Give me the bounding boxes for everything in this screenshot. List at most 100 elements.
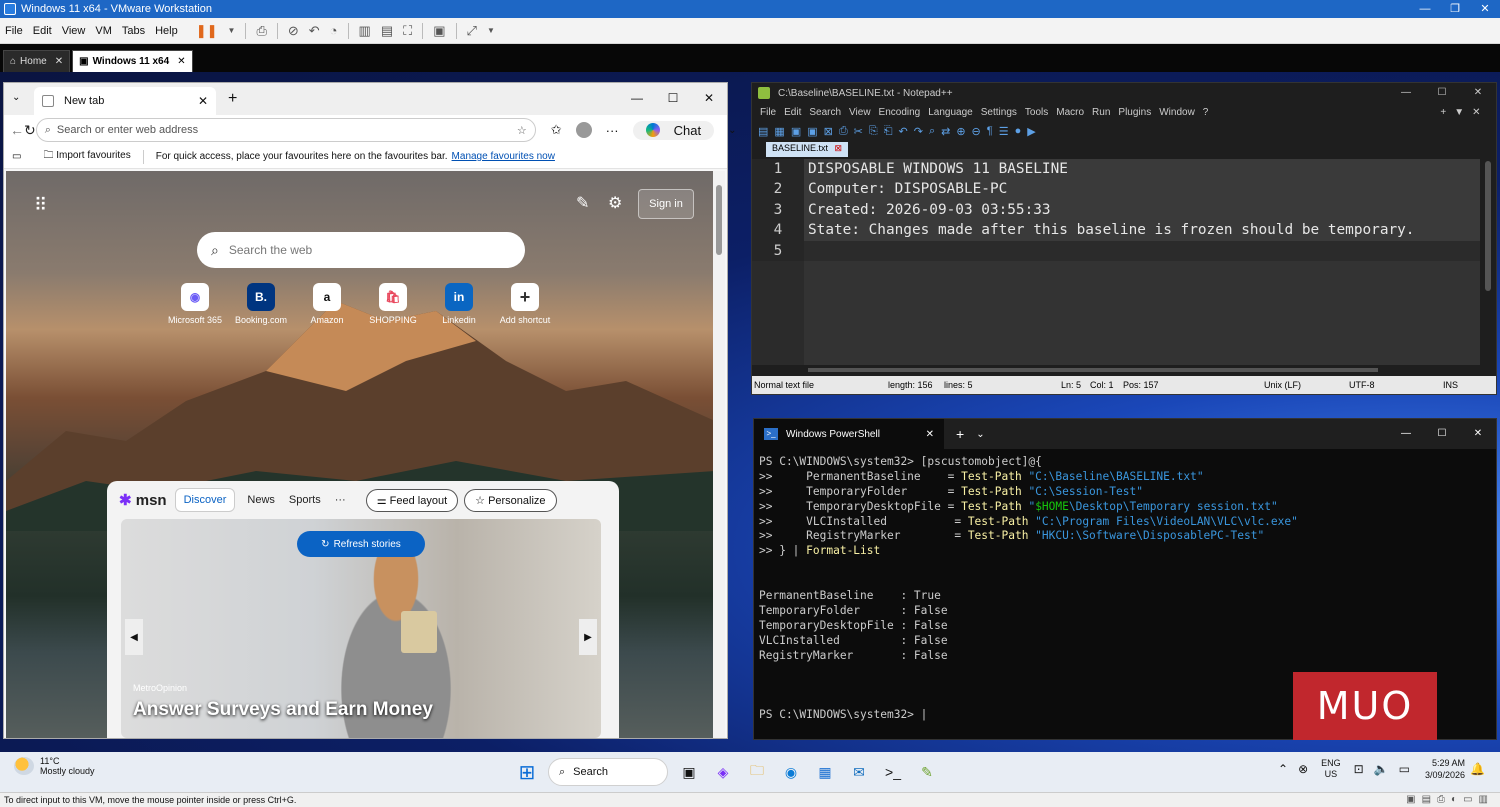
more-icon[interactable]: ··· xyxy=(606,123,619,138)
maximize-button[interactable]: ☐ xyxy=(1424,83,1460,103)
tab-baseline-txt[interactable]: BASELINE.txt ⊠ xyxy=(766,142,849,157)
scrollbar-thumb[interactable] xyxy=(808,368,1378,372)
menu-file[interactable]: File xyxy=(0,25,28,37)
feed-layout-button[interactable]: ⚌ Feed layout xyxy=(365,488,459,512)
tab-news[interactable]: News xyxy=(247,494,275,506)
menu-tools[interactable]: Tools xyxy=(1025,107,1048,118)
favorite-star-icon[interactable]: ☆ xyxy=(517,124,527,137)
notepadpp-taskbar-icon[interactable]: ✎ xyxy=(912,757,942,787)
save-all-icon[interactable]: ▣ xyxy=(807,125,823,138)
minimize-button[interactable]: — xyxy=(1410,0,1440,18)
battery-icon[interactable]: ▭ xyxy=(1399,762,1410,776)
close-icon[interactable]: ⊠ xyxy=(835,143,843,153)
menu-view[interactable]: View xyxy=(849,107,871,118)
outlook-icon[interactable]: ✉ xyxy=(844,757,874,787)
chevron-up-icon[interactable]: ⌃ xyxy=(1278,762,1288,776)
menu-macro[interactable]: Macro xyxy=(1056,107,1084,118)
more-tabs-button[interactable]: ··· xyxy=(335,494,346,506)
web-search-input[interactable]: ⌕ Search the web xyxy=(197,232,525,268)
tab-home[interactable]: ⌂ Home ✕ xyxy=(3,50,71,72)
menu-edit[interactable]: Edit xyxy=(784,107,801,118)
clock[interactable]: 5:29 AM 3/09/2026 xyxy=(1425,757,1465,781)
collections-icon[interactable]: ▭ xyxy=(12,151,21,162)
undo-icon[interactable]: ↶ xyxy=(899,125,914,138)
minimize-button[interactable]: — xyxy=(1388,83,1424,103)
menu-vm[interactable]: VM xyxy=(90,25,117,37)
taskbar-search[interactable]: ⌕ Search xyxy=(548,758,668,786)
dropdown-icon[interactable]: ▼ xyxy=(228,26,236,35)
stretch-icon[interactable]: ⤢ xyxy=(467,23,477,39)
find-icon[interactable]: ⌕ xyxy=(929,125,941,138)
profile-avatar[interactable] xyxy=(575,122,592,138)
close-icon[interactable]: ✕ xyxy=(198,94,208,108)
new-tab-button[interactable]: + xyxy=(228,90,237,108)
vertical-scrollbar[interactable] xyxy=(1480,159,1496,365)
close-button[interactable]: ✕ xyxy=(691,83,727,113)
menu-encoding[interactable]: Encoding xyxy=(879,107,921,118)
redo-icon[interactable]: ↷ xyxy=(914,125,929,138)
apps-grid-icon[interactable]: ⠿ xyxy=(34,195,47,216)
close-button[interactable]: ✕ xyxy=(1460,419,1496,449)
chevron-down-icon[interactable]: ⌄ xyxy=(728,125,736,136)
start-button[interactable]: ⊞ xyxy=(512,757,542,787)
dropdown-icon[interactable]: ▼ xyxy=(487,26,495,35)
edge-tab-new-tab[interactable]: New tab ✕ xyxy=(34,87,216,115)
open-file-icon[interactable]: ▦ xyxy=(774,125,790,138)
print-icon[interactable]: ⎙ xyxy=(839,125,854,138)
tab-windows-11-x64[interactable]: ▣ Windows 11 x64 ✕ xyxy=(72,50,193,72)
sign-in-button[interactable]: Sign in xyxy=(638,189,694,219)
minimize-button[interactable]: — xyxy=(619,83,655,113)
new-tab-button[interactable]: + xyxy=(956,426,964,442)
shortcut-linkedin[interactable]: in Linkedin xyxy=(426,283,492,325)
paste-icon[interactable]: ⎗ xyxy=(884,125,899,138)
favorites-icon[interactable]: ✩ xyxy=(551,122,562,138)
msn-logo[interactable]: ✱ msn xyxy=(119,491,167,509)
save-icon[interactable]: ▣ xyxy=(791,125,807,138)
language-indicator[interactable]: ENG US xyxy=(1321,758,1341,780)
task-view-icon[interactable]: ▣ xyxy=(674,757,704,787)
file-explorer-icon[interactable]: 🗀 xyxy=(742,757,772,787)
close-icon[interactable]: ✕ xyxy=(1472,107,1480,118)
refresh-icon[interactable]: ↻ xyxy=(24,122,36,139)
revert-snapshot-icon[interactable]: ↶ xyxy=(309,23,320,39)
refresh-stories-button[interactable]: ↻ Refresh stories xyxy=(297,531,425,557)
device-icons[interactable]: ▣▤⎙◐▭▥ xyxy=(1406,794,1494,805)
zoom-out-icon[interactable]: ⊖ xyxy=(972,125,987,138)
copilot-chat-button[interactable]: Chat xyxy=(632,120,715,140)
maximize-button[interactable]: ❐ xyxy=(1440,0,1470,18)
snapshot-icon[interactable]: ⊘ xyxy=(288,23,299,39)
zoom-in-icon[interactable]: ⊕ xyxy=(956,125,971,138)
close-file-icon[interactable]: ⊠ xyxy=(824,125,839,138)
close-icon[interactable]: ✕ xyxy=(926,429,934,440)
menu-window[interactable]: Window xyxy=(1159,107,1195,118)
fullscreen-icon[interactable]: ⛶ xyxy=(403,23,412,39)
notifications-icon[interactable]: 🔔 xyxy=(1470,762,1485,776)
tab-sports[interactable]: Sports xyxy=(289,494,321,506)
menu-run[interactable]: Run xyxy=(1092,107,1110,118)
widgets-icon[interactable]: ◈ xyxy=(708,757,738,787)
close-button[interactable]: ✕ xyxy=(1470,0,1500,18)
import-favourites-button[interactable]: 🗀 Import favourites xyxy=(43,148,130,165)
maximize-button[interactable]: ☐ xyxy=(655,83,691,113)
chevron-down-icon[interactable]: ▼ xyxy=(1454,107,1464,118)
menu-view[interactable]: View xyxy=(57,25,91,37)
menu-edit[interactable]: Edit xyxy=(28,25,57,37)
scrollbar-thumb[interactable] xyxy=(716,185,722,255)
close-icon[interactable]: ✕ xyxy=(55,56,63,67)
new-file-icon[interactable]: ▤ xyxy=(758,125,774,138)
store-icon[interactable]: ▦ xyxy=(810,757,840,787)
notepadpp-editor[interactable]: 1 DISPOSABLE WINDOWS 11 BASELINE 2 Compute… xyxy=(752,159,1482,365)
tab-windows-powershell[interactable]: >_ Windows PowerShell ✕ xyxy=(754,419,944,449)
tab-discover[interactable]: Discover xyxy=(174,488,236,512)
edit-pencil-icon[interactable]: ✎ xyxy=(576,193,589,213)
network-icon[interactable]: ⊡ xyxy=(1354,762,1364,776)
scrollbar-thumb[interactable] xyxy=(1485,161,1491,291)
story-headline[interactable]: Answer Surveys and Earn Money xyxy=(133,699,433,721)
menu-search[interactable]: Search xyxy=(809,107,841,118)
volume-icon[interactable]: 🔈 xyxy=(1374,762,1389,776)
menu-tabs[interactable]: Tabs xyxy=(117,25,150,37)
shortcut-shopping[interactable]: 🛍 SHOPPING xyxy=(360,283,426,325)
no-network-icon[interactable]: ⊗ xyxy=(1298,762,1308,776)
shortcut-microsoft-365[interactable]: ◉ Microsoft 365 xyxy=(162,283,228,325)
shortcut-booking[interactable]: B. Booking.com xyxy=(228,283,294,325)
